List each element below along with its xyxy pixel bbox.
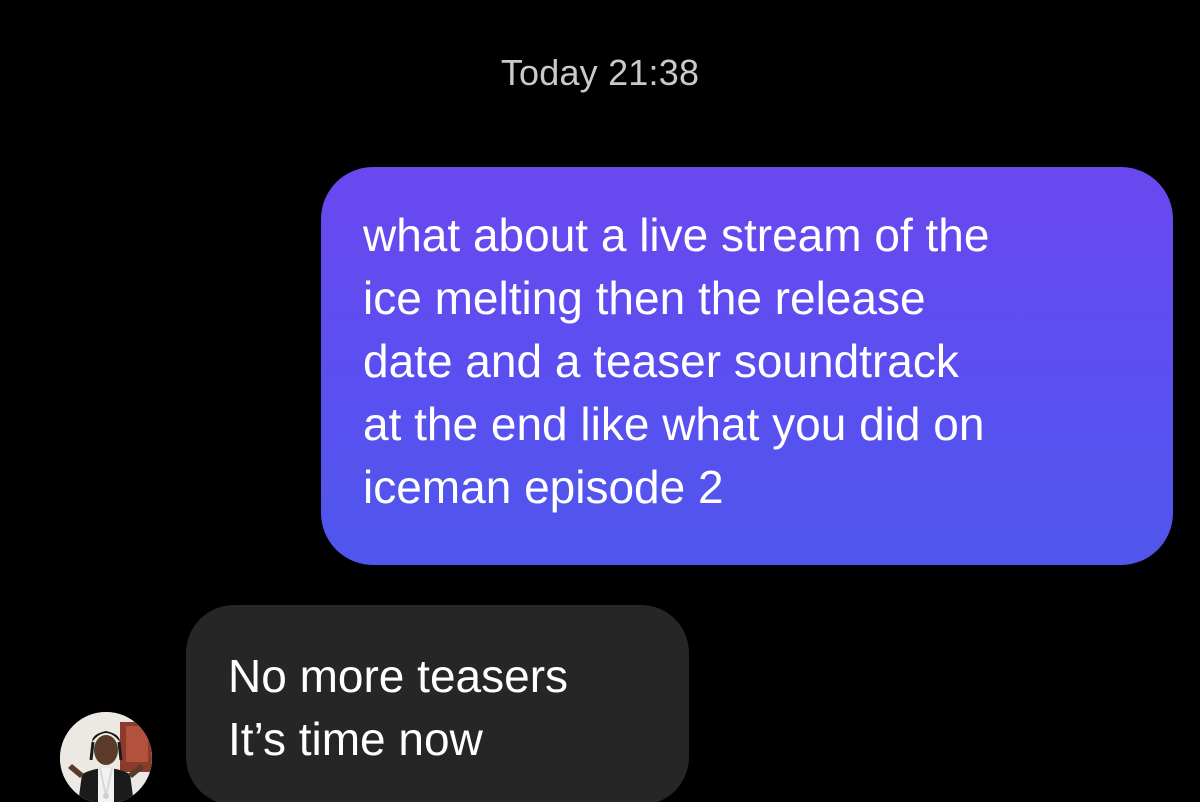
message-text-line: date and a teaser soundtrack (363, 335, 959, 387)
avatar-photo-icon (60, 712, 152, 802)
contact-avatar[interactable] (60, 712, 152, 802)
chat-screen: Today 21:38 what about a live stream of … (0, 0, 1200, 802)
message-text-line: iceman episode 2 (363, 461, 724, 513)
message-text-line: No more teasers (228, 650, 569, 702)
received-message-bubble[interactable]: No more teasers It’s time now (186, 605, 689, 802)
message-timestamp: Today 21:38 (500, 52, 700, 93)
message-text-line: ice melting then the release (363, 272, 926, 324)
message-text-line: at the end like what you did on (363, 398, 985, 450)
message-text-line: what about a live stream of the (363, 209, 990, 261)
message-text-line: It’s time now (228, 713, 483, 765)
sent-message-bubble[interactable]: what about a live stream of the ice melt… (321, 167, 1173, 565)
